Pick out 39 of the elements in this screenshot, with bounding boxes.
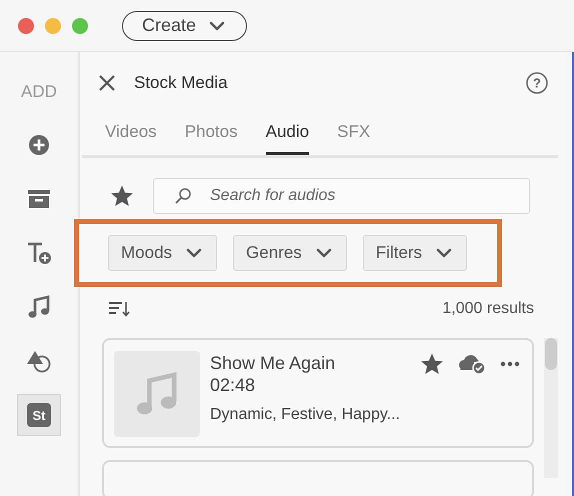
panel-title: Stock Media xyxy=(134,73,228,93)
chevron-down-icon xyxy=(208,20,226,32)
track-duration: 02:48 xyxy=(210,375,256,396)
filter-dropdown[interactable]: Genres xyxy=(233,235,347,271)
music-note-icon xyxy=(28,295,50,319)
help-icon[interactable]: ? xyxy=(526,72,548,94)
star-icon[interactable] xyxy=(110,184,134,208)
shapes-icon xyxy=(26,349,52,373)
star-icon[interactable] xyxy=(420,352,444,376)
plus-circle-icon xyxy=(28,134,50,156)
tab[interactable]: Photos xyxy=(184,122,238,155)
track-title: Show Me Again xyxy=(210,353,336,374)
music-note-icon xyxy=(136,371,178,417)
search-input[interactable]: Search for audios xyxy=(208,186,529,206)
archive-box-icon xyxy=(27,189,51,209)
more-icon[interactable] xyxy=(500,361,520,367)
results-count: 1,000 results xyxy=(442,300,534,318)
stock-icon: St xyxy=(27,403,51,427)
create-button[interactable]: Create xyxy=(122,10,248,40)
chevron-down-icon xyxy=(316,248,332,258)
text-add-icon xyxy=(26,241,52,265)
add-heading: ADD xyxy=(21,82,57,103)
scrollbar[interactable] xyxy=(544,338,558,478)
sort-icon[interactable] xyxy=(108,300,130,318)
chevron-down-icon xyxy=(186,248,202,258)
track-card[interactable]: Show Me Again 02:48 Dynamic, Festive, Happy... xyxy=(102,338,534,448)
close-window-button[interactable] xyxy=(18,18,34,34)
track-tags: Dynamic, Festive, Happy... xyxy=(210,406,400,424)
close-icon[interactable] xyxy=(98,74,116,92)
cloud-check-icon[interactable] xyxy=(458,353,486,375)
chevron-down-icon xyxy=(436,248,452,258)
tab[interactable]: SFX xyxy=(337,122,370,155)
search-box[interactable]: Search for audios xyxy=(153,178,530,214)
filter-dropdown[interactable]: Moods xyxy=(108,235,218,271)
tab[interactable]: Audio xyxy=(266,122,310,155)
sidebar-item[interactable]: St xyxy=(17,394,61,436)
search-icon xyxy=(174,187,192,205)
tab[interactable]: Videos xyxy=(105,122,157,155)
filter-dropdown[interactable]: Filters xyxy=(362,235,468,271)
